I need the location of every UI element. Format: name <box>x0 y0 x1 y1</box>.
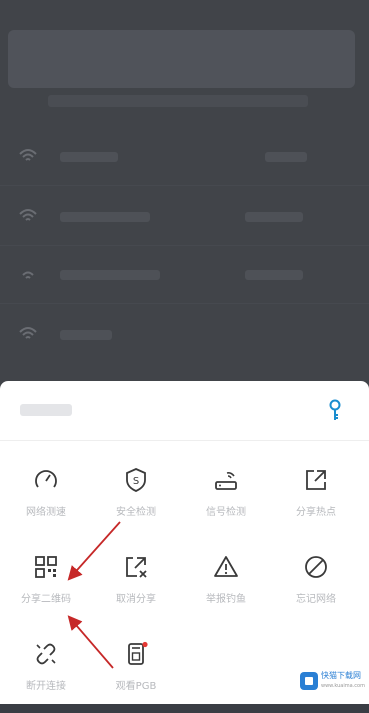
connected-wifi-card <box>8 30 355 88</box>
share-hotspot-button[interactable]: 分享热点 <box>270 467 362 539</box>
watermark: 快猫下载网 www.kuaima.com <box>300 667 366 695</box>
tile-label: 举报钓鱼 <box>206 594 246 605</box>
security-check-button[interactable]: S 安全检测 <box>90 467 182 539</box>
svg-text:S: S <box>133 476 139 487</box>
router-icon <box>215 472 237 490</box>
tile-label: 安全检测 <box>116 507 156 518</box>
shield-icon: S <box>126 468 146 492</box>
warning-icon <box>214 556 238 577</box>
wifi-row <box>0 130 369 186</box>
share-cancel-icon <box>126 557 147 578</box>
speed-test-button[interactable]: 网络测速 <box>0 467 92 539</box>
watermark-brand: 快猫下载网 <box>321 671 361 680</box>
cancel-share-button[interactable]: 取消分享 <box>90 554 182 626</box>
watermark-logo-icon <box>300 672 318 690</box>
notification-dot <box>142 641 148 648</box>
disconnect-button[interactable]: 断开连接 <box>0 641 92 713</box>
sim-card-icon <box>128 641 148 665</box>
watch-pgb-button[interactable]: 观看PGB <box>90 641 182 713</box>
share-qr-code-button[interactable]: 分享二维码 <box>0 554 92 626</box>
tile-label: 取消分享 <box>116 594 156 605</box>
watermark-url: www.kuaima.com <box>321 683 365 689</box>
wifi-locked-icon <box>19 209 37 221</box>
wifi-icon <box>19 327 37 339</box>
tile-label: 网络测速 <box>26 507 66 518</box>
key-icon[interactable] <box>326 398 344 422</box>
connected-wifi-hint <box>48 95 308 107</box>
tile-label: 分享热点 <box>296 507 336 518</box>
qr-code-icon <box>35 556 57 578</box>
unlink-icon <box>36 643 56 665</box>
tile-label: 断开连接 <box>26 681 66 692</box>
tile-label: 信号检测 <box>206 507 246 518</box>
signal-check-button[interactable]: 信号检测 <box>180 467 272 539</box>
forget-network-button[interactable]: 忘记网络 <box>270 554 362 626</box>
wifi-icon <box>22 271 34 279</box>
wifi-row <box>0 308 369 364</box>
tile-label: 分享二维码 <box>21 594 71 605</box>
wifi-icon <box>19 149 37 161</box>
sheet-title <box>20 404 72 416</box>
share-out-icon <box>306 470 326 490</box>
wifi-row <box>0 190 369 246</box>
tile-label: 观看PGB <box>115 681 157 692</box>
speedometer-icon <box>35 470 57 488</box>
forbidden-icon <box>305 556 327 578</box>
report-phishing-button[interactable]: 举报钓鱼 <box>180 554 272 626</box>
wifi-row <box>0 248 369 304</box>
tile-label: 忘记网络 <box>296 594 336 605</box>
